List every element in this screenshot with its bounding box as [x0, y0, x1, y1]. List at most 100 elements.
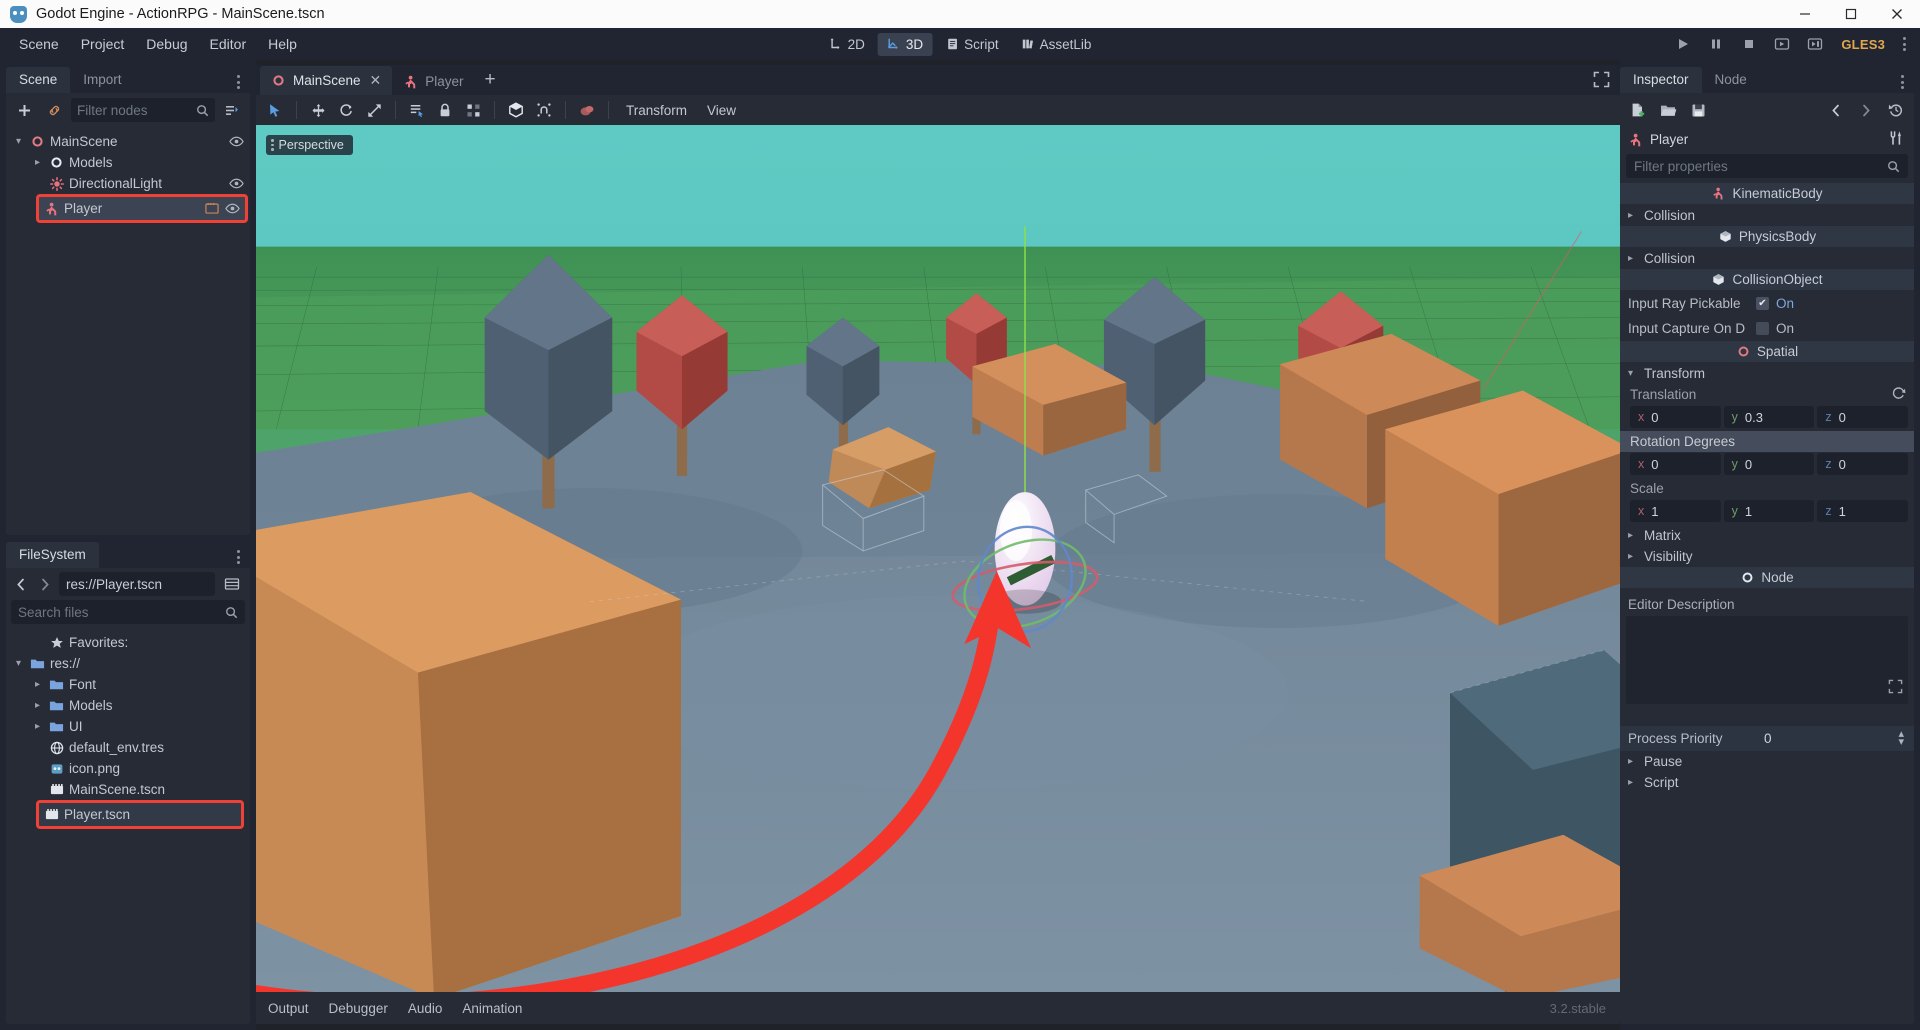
inspector-properties[interactable]: KinematicBody ▸ Collision PhysicsBody ▸ … — [1620, 183, 1914, 1024]
scene-instance-icon[interactable] — [205, 202, 219, 215]
inspector-menu-icon[interactable] — [1894, 69, 1910, 95]
filesystem-tree[interactable]: Favorites: ▾ res:// ▸ Font ▸ Models ▸ UI… — [6, 628, 250, 1024]
add-node-button[interactable] — [11, 98, 37, 122]
input-capture-checkbox[interactable]: On — [1756, 321, 1794, 336]
tree-row-models[interactable]: ▸ Models — [6, 152, 250, 173]
tab-filesystem[interactable]: FileSystem — [6, 542, 99, 568]
twisty-right-icon[interactable]: ▸ — [31, 721, 44, 732]
object-tools-icon[interactable] — [1888, 130, 1904, 149]
inspector-section-collision-2[interactable]: ▸ Collision — [1620, 248, 1914, 269]
tab-import[interactable]: Import — [70, 67, 134, 93]
split-mode-icon[interactable] — [219, 572, 245, 596]
select-mode-icon[interactable] — [262, 98, 288, 122]
mode-button-2d[interactable]: 2D — [820, 33, 874, 56]
lock-icon[interactable] — [432, 98, 458, 122]
close-button[interactable] — [1874, 0, 1920, 28]
local-space-icon[interactable] — [503, 98, 529, 122]
vector-rotation-degrees[interactable]: x 0 y 0 z 0 — [1620, 452, 1914, 478]
mode-button-3d[interactable]: 3D — [877, 32, 933, 56]
menu-help[interactable]: Help — [257, 32, 308, 56]
property-process-priority[interactable]: Process Priority 0 ▴ ▾ — [1620, 726, 1914, 751]
tree-row-directionallight[interactable]: DirectionalLight — [6, 173, 250, 194]
inspector-section-script[interactable]: ▸ Script — [1620, 772, 1914, 793]
close-icon[interactable]: ✕ — [370, 72, 382, 89]
twisty-right-icon[interactable]: ▸ — [31, 157, 44, 168]
filesystem-search-field[interactable] — [11, 600, 245, 624]
fs-row-ui[interactable]: ▸ UI — [6, 716, 250, 737]
menu-project[interactable]: Project — [70, 32, 136, 56]
inspector-filter-input[interactable] — [1634, 158, 1881, 174]
property-input-ray-pickable[interactable]: Input Ray Pickable ✔ On — [1620, 291, 1914, 316]
scale-mode-icon[interactable] — [361, 98, 387, 122]
mode-button-script[interactable]: Script — [936, 33, 1008, 56]
instance-scene-button[interactable] — [41, 98, 67, 122]
inspector-back-button[interactable] — [1823, 98, 1849, 122]
filter-nodes-input[interactable] — [77, 102, 190, 118]
resize-icon[interactable] — [1888, 679, 1903, 699]
maximize-button[interactable] — [1828, 0, 1874, 28]
rotate-mode-icon[interactable] — [333, 98, 359, 122]
history-icon[interactable] — [1883, 98, 1909, 122]
bottom-panel-animation[interactable]: Animation — [462, 1001, 522, 1016]
move-mode-icon[interactable] — [305, 98, 331, 122]
fs-row-player-tscn[interactable]: Player.tscn — [36, 800, 244, 829]
3d-viewport[interactable]: Perspective — [256, 125, 1620, 992]
fs-row-models[interactable]: ▸ Models — [6, 695, 250, 716]
group-icon[interactable] — [460, 98, 486, 122]
scale-z-field[interactable]: z 1 — [1817, 500, 1909, 522]
translation-z-field[interactable]: z 0 — [1817, 406, 1909, 428]
inspector-section-matrix[interactable]: ▸ Matrix — [1620, 525, 1914, 546]
play-button[interactable] — [1668, 31, 1698, 57]
bottom-panel-debugger[interactable]: Debugger — [329, 1001, 388, 1016]
pause-button[interactable] — [1701, 31, 1731, 57]
twisty-right-icon[interactable]: ▸ — [31, 679, 44, 690]
twisty-down-icon[interactable]: ▾ — [12, 136, 25, 147]
vector-translation[interactable]: x 0 y 0.3 z 0 — [1620, 405, 1914, 431]
twisty-down-icon[interactable]: ▾ — [12, 658, 25, 669]
save-icon[interactable] — [1685, 98, 1711, 122]
fs-back-button[interactable] — [11, 572, 31, 596]
minimize-button[interactable] — [1782, 0, 1828, 28]
scale-x-field[interactable]: x 1 — [1630, 500, 1721, 522]
filter-nodes-field[interactable] — [71, 98, 215, 122]
inspector-section-collision-1[interactable]: ▸ Collision — [1620, 205, 1914, 226]
play-custom-scene-button[interactable] — [1800, 31, 1830, 57]
stop-button[interactable] — [1734, 31, 1764, 57]
fullscreen-icon[interactable] — [1593, 71, 1610, 93]
rotation-x-field[interactable]: x 0 — [1630, 453, 1721, 475]
scene-tab-mainscene[interactable]: MainScene ✕ — [260, 66, 393, 95]
perspective-label[interactable]: Perspective — [266, 135, 353, 155]
rotation-y-field[interactable]: y 0 — [1723, 453, 1815, 475]
bottom-panel-audio[interactable]: Audio — [408, 1001, 443, 1016]
scene-tree[interactable]: ▾ MainScene ▸ Models DirectionalLight Pl… — [6, 127, 250, 535]
fs-row-font[interactable]: ▸ Font — [6, 674, 250, 695]
filesystem-current-path[interactable]: res://Player.tscn — [59, 572, 215, 596]
fs-row-mainscene-tscn[interactable]: MainScene.tscn — [6, 779, 250, 800]
property-input-capture-on-drag[interactable]: Input Capture On D On — [1620, 316, 1914, 341]
revert-icon[interactable] — [1891, 386, 1906, 403]
tree-options-icon[interactable] — [219, 98, 245, 122]
fs-row-icon-png[interactable]: icon.png — [6, 758, 250, 779]
list-select-icon[interactable] — [404, 98, 430, 122]
fs-row-favorites[interactable]: Favorites: — [6, 632, 250, 653]
viewport-menu-view[interactable]: View — [698, 99, 745, 122]
translation-y-field[interactable]: y 0.3 — [1723, 406, 1815, 428]
filesystem-search-input[interactable] — [18, 604, 219, 620]
fs-row-res-root[interactable]: ▾ res:// — [6, 653, 250, 674]
renderer-selector[interactable]: GLES3 — [1833, 37, 1893, 52]
play-scene-button[interactable] — [1767, 31, 1797, 57]
tab-node[interactable]: Node — [1702, 67, 1760, 93]
kebab-icon[interactable] — [1896, 31, 1912, 57]
input-ray-pickable-checkbox[interactable]: ✔ On — [1756, 296, 1794, 311]
fs-row-default-env[interactable]: default_env.tres — [6, 737, 250, 758]
mode-button-assetlib[interactable]: AssetLib — [1012, 33, 1101, 56]
editor-description-textarea[interactable] — [1626, 616, 1908, 704]
tab-scene[interactable]: Scene — [6, 67, 71, 93]
menu-scene[interactable]: Scene — [8, 32, 70, 56]
tree-row-mainscene[interactable]: ▾ MainScene — [6, 131, 250, 152]
eye-icon[interactable] — [225, 202, 240, 215]
tree-row-player[interactable]: Player — [36, 194, 248, 223]
vector-scale[interactable]: x 1 y 1 z 1 — [1620, 499, 1914, 525]
fs-forward-button[interactable] — [35, 572, 55, 596]
inspector-forward-button[interactable] — [1853, 98, 1879, 122]
